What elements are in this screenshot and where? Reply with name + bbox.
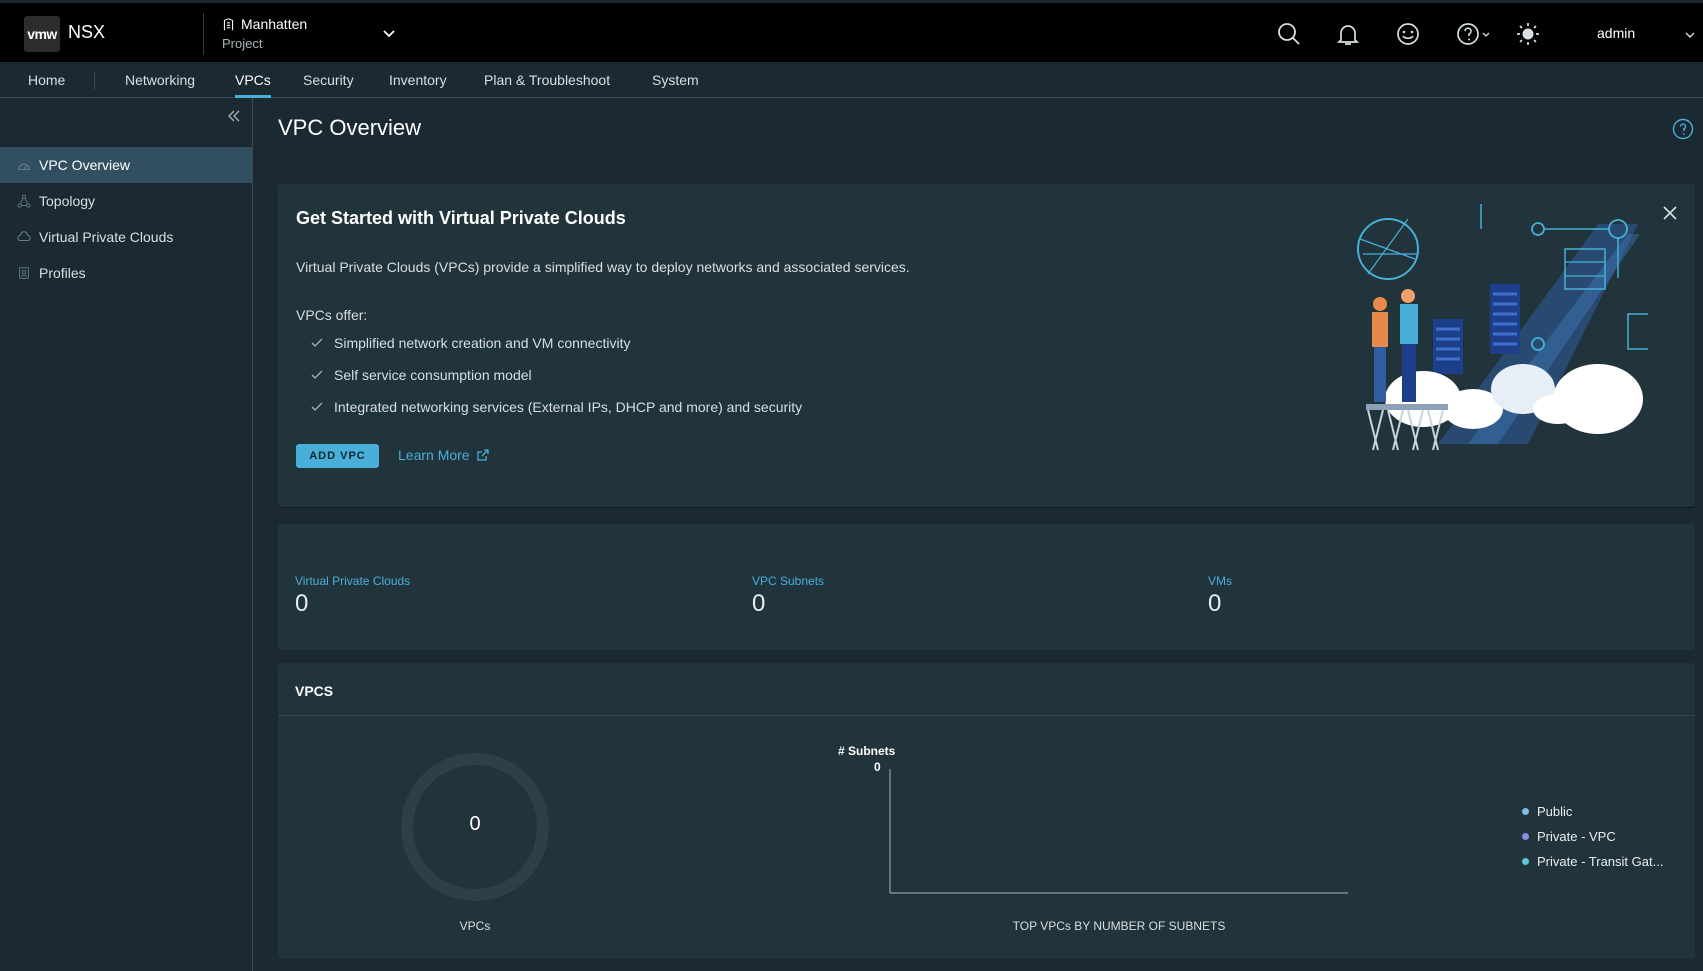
page-title: VPC Overview	[278, 115, 422, 140]
bar-y-label: # Subnets	[838, 744, 896, 758]
sidebar-item-virtual-private-clouds[interactable]: Virtual Private Clouds	[0, 219, 252, 255]
offer-text: Self service consumption model	[334, 367, 532, 383]
get-started-title: Get Started with Virtual Private Clouds	[296, 208, 626, 228]
legend-item-public[interactable]: Public	[1522, 804, 1572, 819]
project-icon	[223, 17, 234, 30]
project-name: Manhatten	[241, 16, 308, 32]
check-icon	[311, 338, 323, 347]
stats-card: Virtual Private Clouds 0 VPC Subnets 0 V…	[278, 524, 1695, 650]
close-icon[interactable]	[1661, 204, 1679, 222]
chevron-down-icon[interactable]	[1684, 29, 1696, 41]
user-menu[interactable]: admin	[1597, 25, 1635, 41]
donut-label: VPCs	[459, 919, 491, 933]
tab-home[interactable]: Home	[28, 72, 65, 98]
check-icon	[311, 370, 323, 379]
vpcs-card-header: VPCS	[278, 663, 1695, 716]
stat-value: 0	[752, 590, 766, 617]
tab-inventory[interactable]: Inventory	[389, 72, 447, 98]
legend-label: Private - VPC	[1537, 829, 1616, 844]
search-icon[interactable]	[1276, 21, 1302, 47]
external-link-icon	[476, 449, 489, 461]
subnets-bar-chart: # Subnets 0 TOP VPCs BY NUMBER OF SUBNET…	[838, 744, 1348, 933]
sidebar-item-label: Virtual Private Clouds	[39, 229, 174, 245]
profile-icon	[19, 267, 29, 279]
legend-label: Private - Transit Gat...	[1537, 854, 1664, 869]
bar-title: TOP VPCs BY NUMBER OF SUBNETS	[1013, 919, 1226, 933]
vpc-illustration	[1357, 204, 1648, 451]
theme-sun-icon[interactable]	[1515, 21, 1541, 47]
header-divider	[203, 13, 204, 55]
topology-icon	[17, 194, 31, 208]
stat-virtual-private-clouds[interactable]: Virtual Private Clouds 0	[295, 574, 410, 618]
legend-item-private-vpc[interactable]: Private - VPC	[1522, 829, 1616, 844]
tab-system[interactable]: System	[652, 72, 699, 98]
nav-divider	[94, 72, 95, 90]
offer-item: Self service consumption model	[310, 367, 532, 383]
tab-plan-troubleshoot[interactable]: Plan & Troubleshoot	[484, 72, 610, 98]
legend-item-private-transit-gateway[interactable]: Private - Transit Gat...	[1522, 854, 1663, 869]
tab-security[interactable]: Security	[303, 72, 354, 98]
bar-y-tick: 0	[874, 760, 881, 774]
sidebar-item-vpc-overview[interactable]: VPC Overview	[0, 147, 252, 183]
help-icon[interactable]	[1672, 118, 1694, 140]
tab-networking[interactable]: Networking	[125, 72, 195, 98]
chevron-down-icon[interactable]	[380, 25, 398, 43]
legend-dot	[1522, 808, 1529, 815]
sidebar-item-profiles[interactable]: Profiles	[0, 255, 252, 291]
legend-dot	[1522, 858, 1529, 865]
main-nav: Home Networking VPCs Security Inventory …	[0, 62, 1703, 98]
sidebar-item-label: Topology	[39, 193, 96, 209]
stat-label[interactable]: VMs	[1208, 574, 1232, 588]
tab-vpcs[interactable]: VPCs	[235, 72, 271, 98]
stat-label[interactable]: VPC Subnets	[752, 574, 824, 588]
check-icon	[311, 402, 323, 411]
stat-label[interactable]: Virtual Private Clouds	[295, 574, 410, 588]
vpcs-card: VPCS 0 VPCs # Subnets 0 TOP VPCs BY NUMB…	[278, 663, 1695, 959]
project-selector[interactable]: Manhatten Project	[222, 16, 307, 51]
top-header: vmw NSX Manhatten Project admin	[0, 0, 1703, 62]
learn-more-text: Learn More	[398, 447, 470, 463]
collapse-sidebar-icon[interactable]	[226, 108, 242, 124]
bell-icon[interactable]	[1335, 21, 1361, 47]
project-label: Project	[222, 36, 263, 51]
sidebar-item-label: VPC Overview	[39, 157, 131, 173]
stat-vpc-subnets[interactable]: VPC Subnets 0	[752, 574, 824, 618]
offer-item: Integrated networking services (External…	[310, 399, 802, 415]
stat-value: 0	[295, 590, 309, 617]
offers-label: VPCs offer:	[296, 307, 368, 323]
smiley-icon[interactable]	[1395, 21, 1421, 47]
add-vpc-button[interactable]: ADD VPC	[296, 444, 379, 468]
legend-label: Public	[1537, 804, 1573, 819]
legend-dot	[1522, 833, 1529, 840]
sidebar-item-label: Profiles	[39, 265, 86, 281]
stat-value: 0	[1208, 590, 1222, 617]
donut-value: 0	[469, 813, 481, 835]
get-started-description: Virtual Private Clouds (VPCs) provide a …	[296, 259, 910, 275]
dashboard-icon	[18, 163, 30, 170]
offer-text: Integrated networking services (External…	[334, 399, 803, 415]
vmw-logo: vmw	[24, 16, 60, 52]
cloud-icon	[17, 231, 31, 242]
offer-item: Simplified network creation and VM conne…	[310, 335, 630, 351]
vpcs-title: VPCS	[295, 683, 334, 699]
stat-vms[interactable]: VMs 0	[1208, 574, 1232, 618]
offer-text: Simplified network creation and VM conne…	[334, 335, 631, 351]
sidebar-item-topology[interactable]: Topology	[0, 183, 252, 219]
get-started-card: Get Started with Virtual Private Clouds …	[278, 184, 1695, 507]
help-icon[interactable]	[1455, 21, 1491, 47]
app-name: NSX	[68, 22, 106, 42]
learn-more-link[interactable]: Learn More	[398, 447, 490, 463]
sidebar: VPC Overview Topology Virtual Private Cl…	[0, 98, 253, 971]
